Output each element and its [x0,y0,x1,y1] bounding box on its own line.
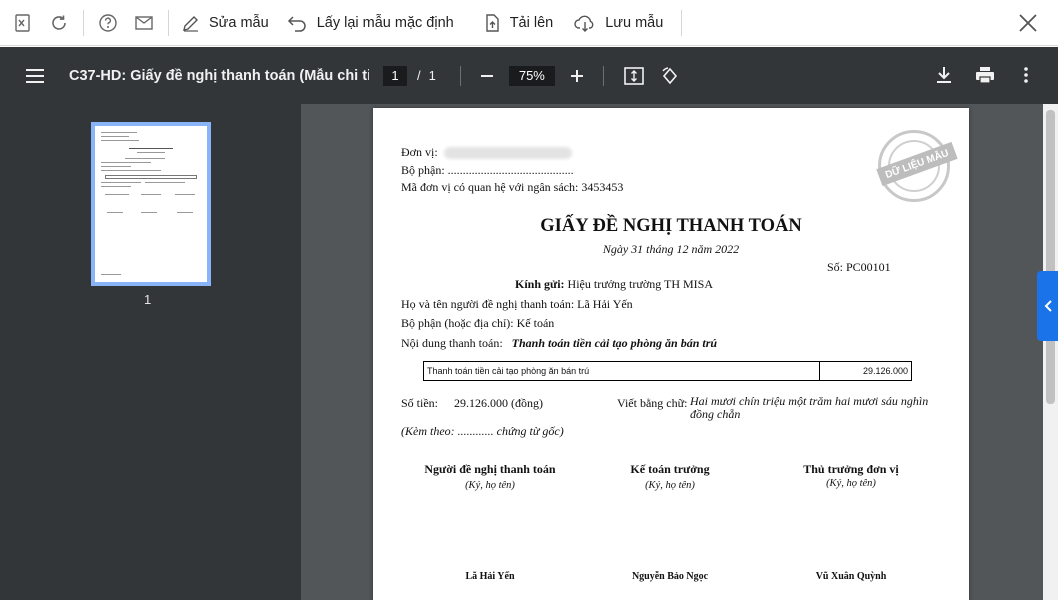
save-template-button[interactable]: Lưu mẫu [567,5,669,41]
signature-note-requester: (Ký, họ tên) [465,480,515,491]
page-total: 1 [428,68,436,83]
table-description-cell: Thanh toán tiền cải tạo phòng ăn bán trú [424,362,820,380]
signature-title-head: Thủ trưởng đơn vị [803,462,899,476]
rotate-icon[interactable] [652,58,688,94]
document-page: Đơn vị: Bộ phận: .......................… [373,108,969,600]
department-address-line: Bộ phận (hoặc địa chỉ): Kế toán [401,316,555,330]
amount-words-label: Viết bằng chữ: [617,396,688,410]
redacted-unit-name [443,147,572,160]
excel-export-icon[interactable] [5,5,41,41]
department-line: Bộ phận: ...............................… [401,163,574,177]
edit-template-label: Sửa mẫu [209,14,269,31]
amount-label: Số tiền: [401,396,439,410]
document-title-heading: GIẤY ĐỀ NGHỊ THANH TOÁN [540,216,802,236]
thumbnail-page-number: 1 [144,292,152,307]
signature-note-head: (Ký, họ tên) [826,478,876,489]
viewer-right-tools [926,57,1044,93]
pencil-icon [183,15,198,32]
print-icon[interactable] [967,57,1003,93]
pdf-viewer-toolbar: C37-HD: Giấy đề nghị thanh toán (Mẫu chi… [0,47,1058,104]
signature-name-head: Vũ Xuân Quỳnh [815,571,887,582]
document-date: Ngày 31 tháng 12 năm 2022 [602,242,740,256]
signature-note-chief-accountant: (Ký, họ tên) [645,480,695,491]
upload-icon [486,13,499,32]
unit-line: Đơn vị: [401,145,572,160]
amount-value: 29.126.000 (đồng) [454,396,543,410]
table-amount-cell: 29.126.000 [862,366,908,376]
toolbar-divider [83,9,84,36]
reset-template-label: Lấy lại mẫu mặc định [316,14,454,31]
more-options-icon[interactable] [1008,57,1044,93]
save-template-label: Lưu mẫu [605,14,664,31]
zoom-level-input[interactable]: 75% [508,65,555,86]
signature-name-requester: Lã Hải Yến [465,571,515,582]
payment-table: Thanh toán tiền cải tạo phòng ăn bán trú… [423,361,912,381]
undo-icon [287,15,306,32]
scrollbar-thumb[interactable] [1046,110,1055,404]
attachments-line: (Kèm theo: ............ chứng từ gốc) [401,424,564,438]
signature-title-chief-accountant: Kế toán trưởng [630,462,710,476]
menu-icon[interactable] [15,56,55,96]
reset-template-button[interactable]: Lấy lại mẫu mặc định [281,5,460,41]
upload-label: Tải lên [509,14,554,31]
thumbnail-sidebar: 1 [0,104,301,600]
download-icon[interactable] [926,57,962,93]
signature-title-requester: Người đề nghị thanh toán [424,462,556,476]
budget-code-line: Mã đơn vị có quan hệ với ngân sách: 3453… [401,180,624,194]
vertical-scrollbar[interactable] [1043,104,1058,600]
recipient-line: Kính gửi: Hiệu trưởng trường TH MISA [515,277,713,292]
toolbar-divider [681,9,683,36]
amount-words-line2: đồng chẵn [690,407,741,421]
zoom-out-icon[interactable] [473,62,501,90]
page-number-input[interactable]: 1 [383,65,407,86]
recipient-value: Hiệu trưởng trường TH MISA [567,277,714,291]
page-thumbnail[interactable] [91,122,211,286]
close-icon[interactable] [1014,9,1042,37]
viewer-divider [459,65,461,86]
payment-content-line: Nội dung thanh toán: Thanh toán tiền cải… [401,336,717,351]
collapse-panel-tab[interactable] [1037,271,1058,341]
toolbar-divider [168,9,169,36]
payment-content-value: Thanh toán tiền cải tạo phòng ăn bán trú [511,336,718,350]
viewer-divider [602,65,604,86]
page-separator: / [417,68,421,83]
edit-template-button[interactable]: Sửa mẫu [175,5,275,41]
cloud-download-icon [574,15,594,32]
top-toolbar: Sửa mẫu Lấy lại mẫu mặc định Tải lên Lưu… [0,0,1058,46]
zoom-in-icon[interactable] [563,62,591,90]
refresh-icon[interactable] [41,5,77,41]
payment-content-label: Nội dung thanh toán: [401,336,503,350]
document-number: Số: PC00101 [827,260,891,274]
unit-label: Đơn vị: [401,145,438,159]
signature-name-chief-accountant: Nguyễn Bảo Ngọc [631,571,709,582]
document-title: C37-HD: Giấy đề nghị thanh toán (Mẫu chi… [69,67,369,84]
document-canvas: Đơn vị: Bộ phận: .......................… [301,104,1058,600]
upload-button[interactable]: Tải lên [476,5,560,41]
help-icon[interactable] [90,5,126,41]
requester-line: Họ và tên người đề nghị thanh toán: Lã H… [401,297,633,311]
sample-data-stamp: DỮ LIỆU MẪU [876,130,958,202]
mail-icon[interactable] [126,5,162,41]
fit-page-icon[interactable] [616,58,652,94]
chevron-left-icon [1044,300,1052,312]
recipient-label: Kính gửi: [515,277,565,291]
